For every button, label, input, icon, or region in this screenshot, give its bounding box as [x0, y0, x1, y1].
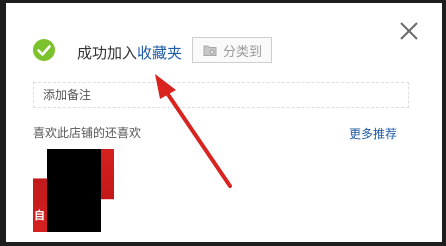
folder-icon	[203, 45, 217, 56]
success-message: 成功加入收藏夹	[77, 42, 182, 63]
note-field[interactable]	[33, 82, 409, 108]
recommended-product-thumbnail[interactable]: 自	[33, 149, 114, 232]
check-circle-icon	[33, 39, 55, 61]
close-icon[interactable]	[398, 20, 420, 42]
thumbnail-edge-right	[101, 149, 114, 232]
more-recommendations-link[interactable]: 更多推荐	[349, 125, 397, 142]
recommendations-title: 喜欢此店铺的还喜欢	[33, 126, 142, 140]
note-input[interactable]	[43, 83, 408, 107]
success-prefix: 成功加入	[77, 44, 138, 62]
thumbnail-text-fragment: 自	[34, 209, 45, 222]
favorites-link[interactable]: 收藏夹	[137, 44, 182, 62]
category-button[interactable]: 分类到	[192, 37, 272, 63]
category-button-label: 分类到	[223, 44, 263, 60]
